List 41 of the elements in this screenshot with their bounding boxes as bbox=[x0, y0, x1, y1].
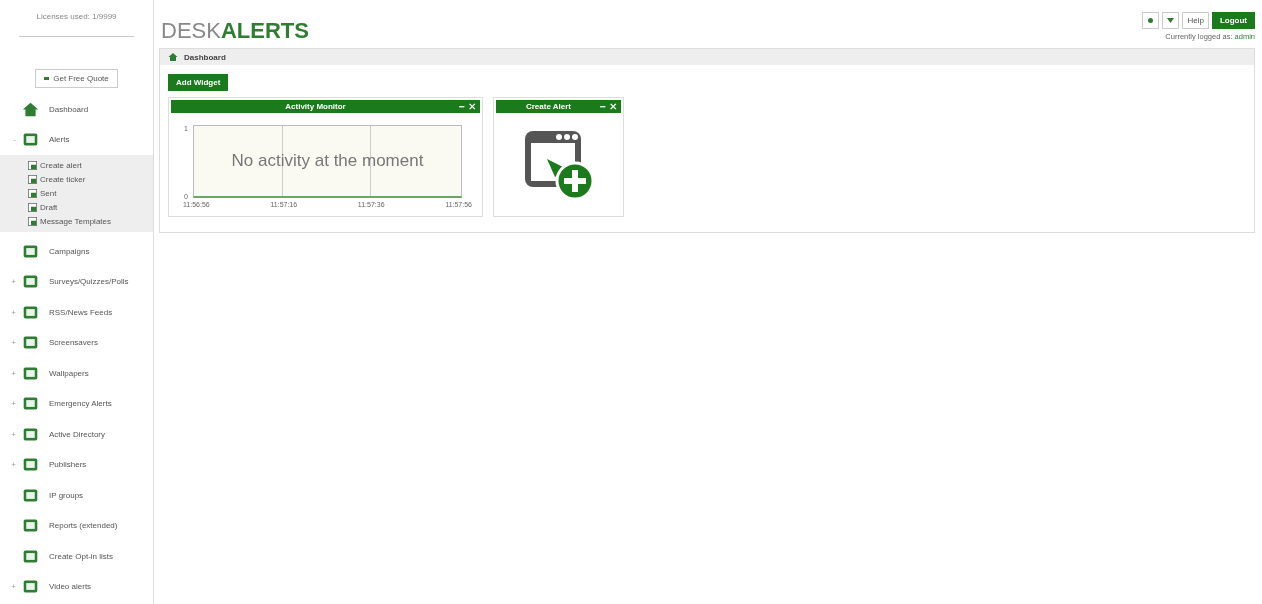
menu-item[interactable]: Reports (extended) bbox=[49, 521, 118, 531]
menu-item[interactable]: Campaigns bbox=[49, 246, 90, 256]
menu-item[interactable]: Screensavers bbox=[49, 338, 98, 348]
window-icon bbox=[28, 202, 37, 212]
logo: DESKALERTS bbox=[160, 17, 309, 45]
breadcrumb: Dashboard bbox=[184, 52, 226, 62]
menu-item[interactable]: Dashboard bbox=[49, 104, 89, 114]
submenu-item[interactable]: Sent bbox=[40, 188, 57, 198]
house-icon bbox=[168, 52, 178, 62]
add-widget-button[interactable]: Add Widget bbox=[168, 74, 229, 91]
submenu-item[interactable]: Create alert bbox=[40, 160, 82, 170]
window-icon bbox=[28, 188, 37, 198]
widget-title: Activity Monitor bbox=[285, 102, 346, 111]
help-button[interactable]: Help bbox=[1182, 12, 1209, 29]
window-icon bbox=[28, 174, 37, 184]
menu-item[interactable]: IP groups bbox=[49, 490, 84, 500]
menu-item[interactable]: Alerts bbox=[49, 135, 70, 145]
empty-message: No activity at the moment bbox=[231, 151, 424, 171]
menu-item[interactable]: Create Opt-in lists bbox=[49, 551, 114, 561]
menu-item[interactable]: Surveys/Quizzes/Polls bbox=[49, 277, 129, 287]
dot-button[interactable] bbox=[1142, 12, 1160, 29]
widget-title: Create Alert bbox=[525, 102, 572, 111]
menu-item[interactable]: Active Directory bbox=[49, 429, 105, 439]
logout-button[interactable]: Logout bbox=[1211, 12, 1255, 29]
caret-icon bbox=[1167, 18, 1175, 23]
submenu-item[interactable]: Draft bbox=[40, 202, 58, 212]
licenses-text: Licenses used: 1/9999 bbox=[35, 12, 118, 21]
menu-item[interactable]: RSS/News Feeds bbox=[49, 307, 113, 317]
minimize-close-icon[interactable] bbox=[599, 103, 617, 110]
window-icon bbox=[28, 216, 37, 226]
get-quote-button[interactable]: Get Free Quote bbox=[35, 69, 118, 88]
house-icon bbox=[22, 100, 39, 118]
menu-item[interactable]: Publishers bbox=[49, 460, 87, 470]
submenu-item[interactable]: Create ticker bbox=[40, 174, 86, 184]
menu-item[interactable]: Video alerts bbox=[49, 582, 92, 592]
window-icon bbox=[28, 160, 37, 170]
minimize-close-icon[interactable] bbox=[458, 103, 476, 110]
menu-item[interactable]: Wallpapers bbox=[49, 368, 89, 378]
submenu-item[interactable]: Message Templates bbox=[40, 216, 111, 226]
dropdown-button[interactable] bbox=[1162, 12, 1180, 29]
menu-item[interactable]: Emergency Alerts bbox=[49, 399, 112, 409]
